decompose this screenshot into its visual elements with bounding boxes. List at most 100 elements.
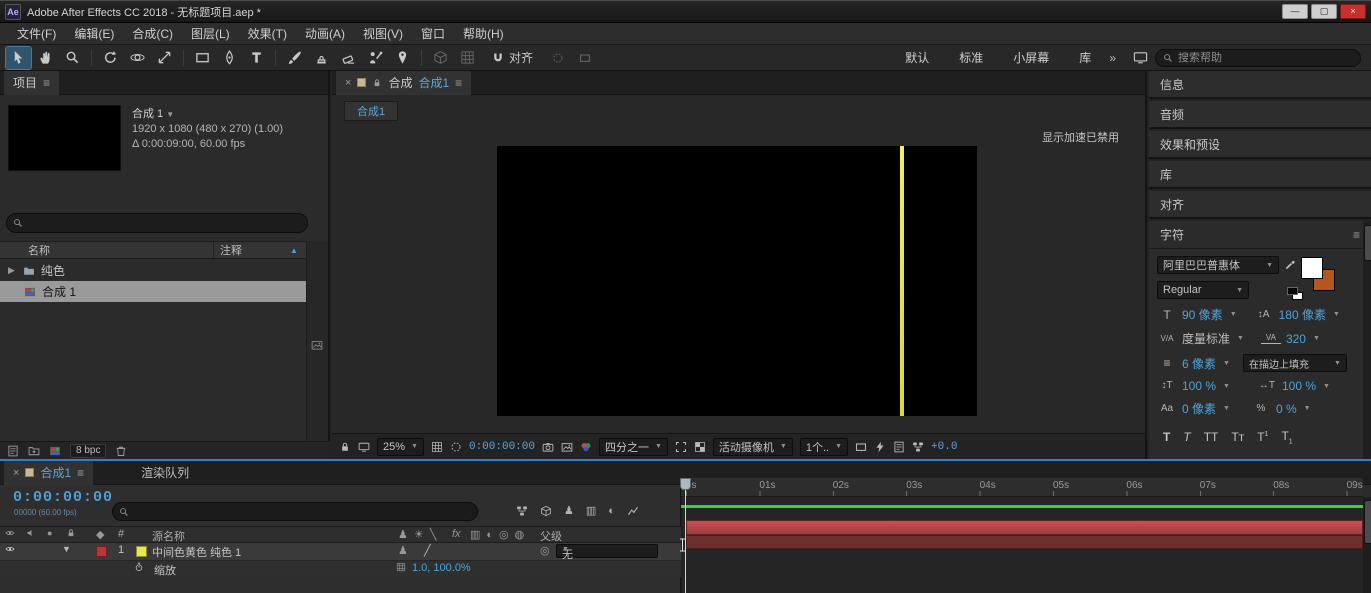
snap-option-icon-2[interactable] — [572, 47, 597, 69]
graph-editor-icon[interactable] — [627, 505, 639, 517]
chevron-down-icon[interactable]: ▼ — [1223, 383, 1230, 390]
stroke-width-value[interactable]: 6 像素 — [1182, 355, 1216, 372]
tab-render-queue[interactable]: 渲染队列 — [141, 464, 189, 481]
layer-label-color[interactable] — [96, 546, 107, 557]
type-tool[interactable] — [244, 47, 269, 69]
kerning-value[interactable]: 度量标准 — [1182, 330, 1230, 347]
interpret-footage-icon[interactable] — [7, 445, 19, 457]
comp-timecode[interactable]: 0:00:00:00 — [469, 441, 535, 453]
chevron-down-icon[interactable]: ▼ — [1333, 311, 1340, 318]
channels-icon[interactable] — [580, 441, 592, 453]
property-label[interactable]: 缩放 — [154, 562, 176, 578]
chevron-down-icon[interactable]: ▼ — [1304, 405, 1311, 412]
font-style-select[interactable]: Regular ▼ — [1157, 281, 1249, 299]
workspace-tab-1[interactable]: 标准 — [957, 47, 985, 68]
scrollbar-thumb[interactable] — [1364, 500, 1371, 544]
timeline-timecode[interactable]: 0:00:00:00 — [13, 489, 113, 506]
disclosure-icon[interactable]: ▶ — [8, 265, 15, 276]
snapshot-icon[interactable] — [542, 441, 554, 453]
layer-shy-switch-icon[interactable]: ♟ — [398, 544, 408, 557]
faux-bold-icon[interactable]: T — [1163, 430, 1170, 444]
playhead-line[interactable] — [685, 478, 686, 593]
exposure-value[interactable]: +0.0 — [931, 441, 957, 453]
region-of-interest-icon[interactable] — [675, 441, 687, 453]
view-layout-select[interactable]: 1个.. ▼ — [799, 437, 849, 456]
chevron-down-icon[interactable]: ▼ — [1223, 360, 1230, 367]
font-family-select[interactable]: 阿里巴巴普惠体 ▼ — [1157, 256, 1279, 274]
column-comment[interactable]: 注释 — [220, 242, 242, 258]
default-fill-stroke-icon[interactable] — [1287, 287, 1305, 301]
chevron-down-icon[interactable]: ▼ — [1230, 311, 1237, 318]
panel-tab-align[interactable]: 对齐 — [1149, 191, 1371, 219]
hide-shy-layers-icon[interactable]: ♟ — [564, 504, 574, 517]
all-caps-icon[interactable]: TT — [1204, 430, 1219, 444]
tsume-value[interactable]: 0 % — [1276, 402, 1297, 416]
workspace-overflow[interactable]: » — [1109, 51, 1116, 65]
parent-column-header[interactable]: 父级 — [540, 528, 562, 544]
workspace-tab-0[interactable]: 默认 — [903, 47, 931, 68]
playhead-handle[interactable] — [680, 478, 691, 490]
tracking-value[interactable]: 320 — [1286, 332, 1306, 346]
minimize-button[interactable]: — — [1282, 4, 1308, 19]
timeline-button-icon[interactable] — [893, 441, 905, 453]
panel-tab-effects-presets[interactable]: 效果和预设 — [1149, 131, 1371, 159]
panel-menu-icon[interactable]: ≡ — [1353, 228, 1360, 242]
column-name[interactable]: 名称 — [0, 242, 214, 258]
close-button[interactable]: × — [1340, 4, 1366, 19]
parent-pickwhip-icon[interactable]: ◎ — [540, 544, 550, 557]
composition-viewport[interactable] — [497, 146, 977, 416]
layer-duration-bar[interactable] — [686, 520, 1363, 535]
layer-disclosure-icon[interactable]: ▼ — [62, 544, 71, 554]
panel-tab-library[interactable]: 库 — [1149, 161, 1371, 189]
mask-visibility-icon[interactable] — [450, 441, 462, 453]
scrollbar-thumb[interactable] — [1364, 225, 1371, 261]
project-row-solids[interactable]: ▶ 纯色 — [0, 260, 308, 281]
index-column-header[interactable]: # — [118, 528, 124, 540]
viewer-monitor-icon[interactable] — [358, 441, 370, 453]
source-name-column-header[interactable]: 源名称 — [152, 528, 185, 544]
motion-blur-icon[interactable]: ◐ — [608, 505, 615, 517]
pen-tool[interactable] — [217, 47, 242, 69]
superscript-icon[interactable]: T1 — [1257, 430, 1268, 444]
draft-3d-icon[interactable] — [540, 505, 552, 517]
resolution-select[interactable]: 四分之一 ▼ — [598, 437, 668, 456]
workspace-tab-2[interactable]: 小屏幕 — [1011, 47, 1051, 68]
eyedropper-icon[interactable] — [1284, 259, 1296, 271]
timeline-ruler[interactable]: 0s 01s 02s 03s 04s 05s 06s 07s 08s 09s — [681, 478, 1363, 497]
workspace-menu-icon[interactable] — [1128, 47, 1153, 69]
scale-property-row[interactable]: 缩放 1.0, 100.0% — [0, 560, 681, 577]
new-folder-icon[interactable] — [28, 445, 40, 457]
panel-menu-icon[interactable]: ≡ — [77, 466, 84, 480]
panel-tab-audio[interactable]: 音频 — [1149, 101, 1371, 129]
camera-view-select[interactable]: 活动摄像机 ▼ — [712, 437, 793, 456]
sort-arrow-icon[interactable]: ▲ — [290, 246, 298, 255]
axis-mode-local-icon[interactable] — [428, 47, 453, 69]
panel-menu-icon[interactable]: ≡ — [43, 76, 50, 90]
fill-color-swatch[interactable] — [1301, 257, 1323, 279]
preview-flag-icon[interactable]: ▼ — [166, 110, 174, 119]
tab-composition[interactable]: × 合成 合成1 ≡ — [336, 70, 472, 95]
subscript-icon[interactable]: T1 — [1281, 429, 1292, 445]
viewer-comp-tab[interactable]: 合成1 — [344, 101, 399, 121]
workspace-tab-3[interactable]: 库 — [1077, 47, 1093, 68]
parent-select[interactable]: 无 ▼ — [556, 544, 658, 561]
camera-tool[interactable] — [125, 47, 150, 69]
chevron-down-icon[interactable]: ▼ — [1237, 335, 1244, 342]
close-tab-icon[interactable]: × — [13, 467, 19, 479]
vertical-scale-value[interactable]: 100 % — [1182, 379, 1216, 393]
hand-tool[interactable] — [33, 47, 58, 69]
transparency-grid-icon[interactable] — [694, 441, 706, 453]
axis-mode-world-icon[interactable] — [455, 47, 480, 69]
pan-behind-tool[interactable] — [152, 47, 177, 69]
small-caps-icon[interactable]: Tᴛ — [1231, 430, 1244, 444]
leading-value[interactable]: 180 像素 — [1279, 306, 1326, 323]
constrain-proportions-icon[interactable] — [396, 562, 406, 572]
clone-stamp-tool[interactable] — [309, 47, 334, 69]
puppet-pin-tool[interactable] — [390, 47, 415, 69]
rotation-tool[interactable] — [98, 47, 123, 69]
property-value[interactable]: 1.0, 100.0% — [412, 562, 471, 574]
layer-name[interactable]: 中间色黄色 纯色 1 — [152, 544, 241, 560]
tab-timeline-comp[interactable]: × 合成1 ≡ — [4, 460, 94, 485]
brush-tool[interactable] — [282, 47, 307, 69]
layer-row[interactable]: ▼ 1 中间色黄色 纯色 1 ♟ ╱ ◎ 无 ▼ — [0, 543, 681, 561]
